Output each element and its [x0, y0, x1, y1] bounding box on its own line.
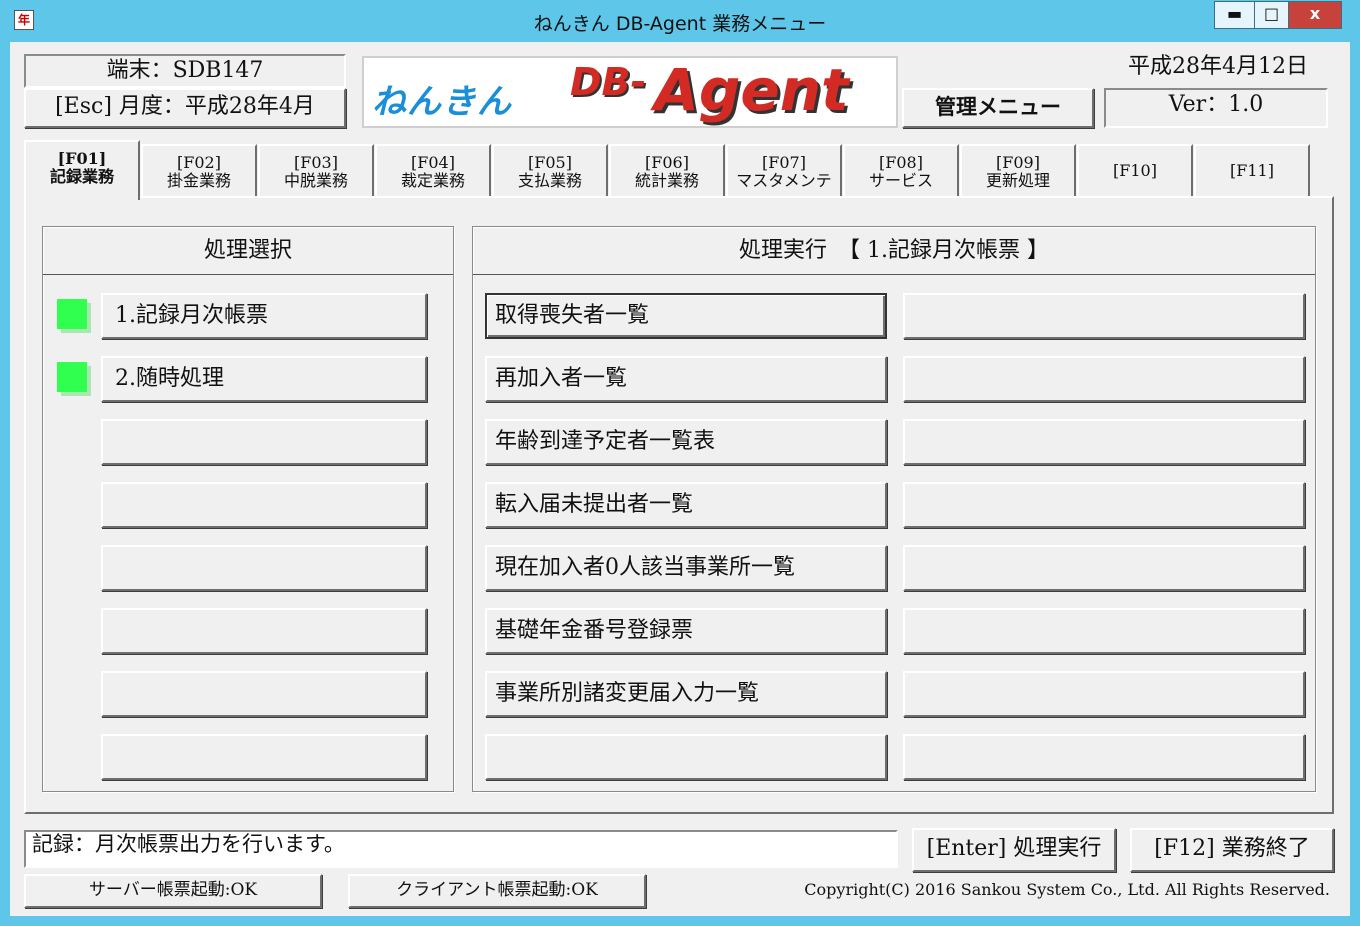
green-indicator-icon [57, 299, 87, 329]
exec-item-button-left[interactable]: 事業所別諸変更届入力一覧 [485, 671, 887, 717]
tab-f07[interactable]: [F07] マスタメンテ [726, 144, 842, 198]
exec-item-button-right[interactable] [903, 734, 1305, 780]
logo-agent-text: Agent [654, 56, 849, 124]
maximize-button[interactable]: □ [1254, 1, 1288, 29]
tab-key-label: [F01] [57, 149, 107, 168]
tab-key-label: [F07] [762, 153, 806, 172]
tab-key-label: [F10] [1113, 161, 1157, 180]
exec-item-button-right[interactable] [903, 671, 1305, 717]
function-tab-strip: [F01] 記録業務 [F02] 掛金業務 [F03] 中脱業務 [F04] 裁定業務 [F05… [24, 140, 1324, 200]
green-indicator-icon [57, 362, 87, 392]
client-area: 端末：SDB147 [Esc] 月度：平成28年4月 ねんきん DB- Agen… [10, 42, 1350, 916]
select-panel-heading: 処理選択 [43, 227, 453, 275]
enter-execute-button[interactable]: [Enter] 処理実行 [912, 828, 1116, 872]
tab-name-label: 中脱業務 [283, 171, 348, 190]
version-label: Ver：1.0 [1104, 88, 1328, 128]
select-item-button[interactable] [101, 419, 427, 465]
select-item-button[interactable]: 1.記録月次帳票 [101, 293, 427, 339]
tab-f05[interactable]: [F05] 支払業務 [492, 144, 608, 198]
tab-f03[interactable]: [F03] 中脱業務 [258, 144, 374, 198]
tab-f08[interactable]: [F08] サービス [843, 144, 959, 198]
window-title: ねんきん DB-Agent 業務メニュー [533, 13, 827, 35]
exec-item-button-left[interactable]: 年齢到達予定者一覧表 [485, 419, 887, 465]
exec-panel: 処理実行 【 1.記録月次帳票 】 取得喪失者一覧 再加入者一覧 年齢到達予定者一覧… [472, 226, 1316, 792]
date-label: 平成28年4月12日 [1128, 54, 1308, 79]
exec-item-button-right[interactable] [903, 482, 1305, 528]
tab-key-label: [F05] [528, 153, 572, 172]
tab-name-label: 統計業務 [634, 171, 699, 190]
minimize-button[interactable]: ▬ [1214, 1, 1254, 29]
tab-page-records: 処理選択 1.記録月次帳票 2.随時処理 処理実行 【 1.記録月次帳票 】 取得… [24, 196, 1334, 814]
title-bar[interactable]: 年 ねんきん DB-Agent 業務メニュー ▬ □ x [0, 0, 1360, 42]
select-item-button[interactable] [101, 671, 427, 717]
exec-item-button-right[interactable] [903, 608, 1305, 654]
tab-f11[interactable]: [F11] [1194, 144, 1310, 198]
exec-item-button-right[interactable] [903, 419, 1305, 465]
select-item-button[interactable] [101, 482, 427, 528]
exec-item-button-left[interactable]: 現在加入者0人該当事業所一覧 [485, 545, 887, 591]
copyright-text: Copyright(C) 2016 Sankou System Co., Ltd… [804, 880, 1330, 899]
logo-db-text: DB- [570, 60, 647, 104]
close-button[interactable]: x [1288, 1, 1342, 29]
tab-name-label: 支払業務 [517, 171, 582, 190]
tab-name-label: 掛金業務 [166, 171, 231, 190]
exec-item-button-right[interactable] [903, 356, 1305, 402]
select-item-button[interactable] [101, 608, 427, 654]
month-button[interactable]: [Esc] 月度：平成28年4月 [24, 88, 346, 128]
select-panel: 処理選択 1.記録月次帳票 2.随時処理 [42, 226, 454, 792]
exec-item-button-left[interactable]: 基礎年金番号登録票 [485, 608, 887, 654]
tab-key-label: [F03] [294, 153, 338, 172]
exec-item-button-left[interactable] [485, 734, 887, 780]
exec-item-button-left[interactable]: 転入届未提出者一覧 [485, 482, 887, 528]
exec-item-button-left[interactable]: 取得喪失者一覧 [485, 293, 887, 339]
tab-key-label: [F08] [879, 153, 923, 172]
status-indicator-icon [57, 299, 91, 333]
tab-name-label: 記録業務 [49, 167, 114, 186]
status-indicator-icon [57, 362, 91, 396]
select-item-button[interactable] [101, 734, 427, 780]
exec-item-button-right[interactable] [903, 545, 1305, 591]
client-status: クライアント帳票起動:OK [348, 874, 646, 908]
tab-name-label: マスタメンテ [736, 171, 832, 190]
app-logo: ねんきん DB- Agent [362, 56, 898, 128]
select-item-button[interactable] [101, 545, 427, 591]
tab-f04[interactable]: [F04] 裁定業務 [375, 144, 491, 198]
tab-key-label: [F02] [177, 153, 221, 172]
tab-key-label: [F11] [1230, 161, 1274, 180]
logo-kana-text: ねんきん [372, 82, 512, 122]
exec-item-button-left[interactable]: 再加入者一覧 [485, 356, 887, 402]
exec-item-button-right[interactable] [903, 293, 1305, 339]
tab-f06[interactable]: [F06] 統計業務 [609, 144, 725, 198]
server-status: サーバー帳票起動:OK [24, 874, 322, 908]
select-item-button[interactable]: 2.随時処理 [101, 356, 427, 402]
tab-f02[interactable]: [F02] 掛金業務 [141, 144, 257, 198]
tab-name-label: 裁定業務 [400, 171, 465, 190]
status-message: 記録：月次帳票出力を行います。 [24, 830, 898, 868]
tab-key-label: [F06] [645, 153, 689, 172]
tab-key-label: [F04] [411, 153, 455, 172]
admin-menu-button[interactable]: 管理メニュー [902, 88, 1094, 128]
tab-key-label: [F09] [996, 153, 1040, 172]
tab-f01[interactable]: [F01] 記録業務 [24, 140, 140, 200]
exec-panel-heading: 処理実行 【 1.記録月次帳票 】 [473, 227, 1315, 275]
tab-f09[interactable]: [F09] 更新処理 [960, 144, 1076, 198]
terminal-label: 端末：SDB147 [24, 54, 346, 88]
tab-name-label: 更新処理 [985, 171, 1050, 190]
tab-name-label: サービス [868, 171, 933, 190]
main-window: 年 ねんきん DB-Agent 業務メニュー ▬ □ x 端末：SDB147 [… [0, 0, 1360, 926]
tab-f10[interactable]: [F10] [1077, 144, 1193, 198]
f12-exit-button[interactable]: [F12] 業務終了 [1130, 828, 1334, 872]
